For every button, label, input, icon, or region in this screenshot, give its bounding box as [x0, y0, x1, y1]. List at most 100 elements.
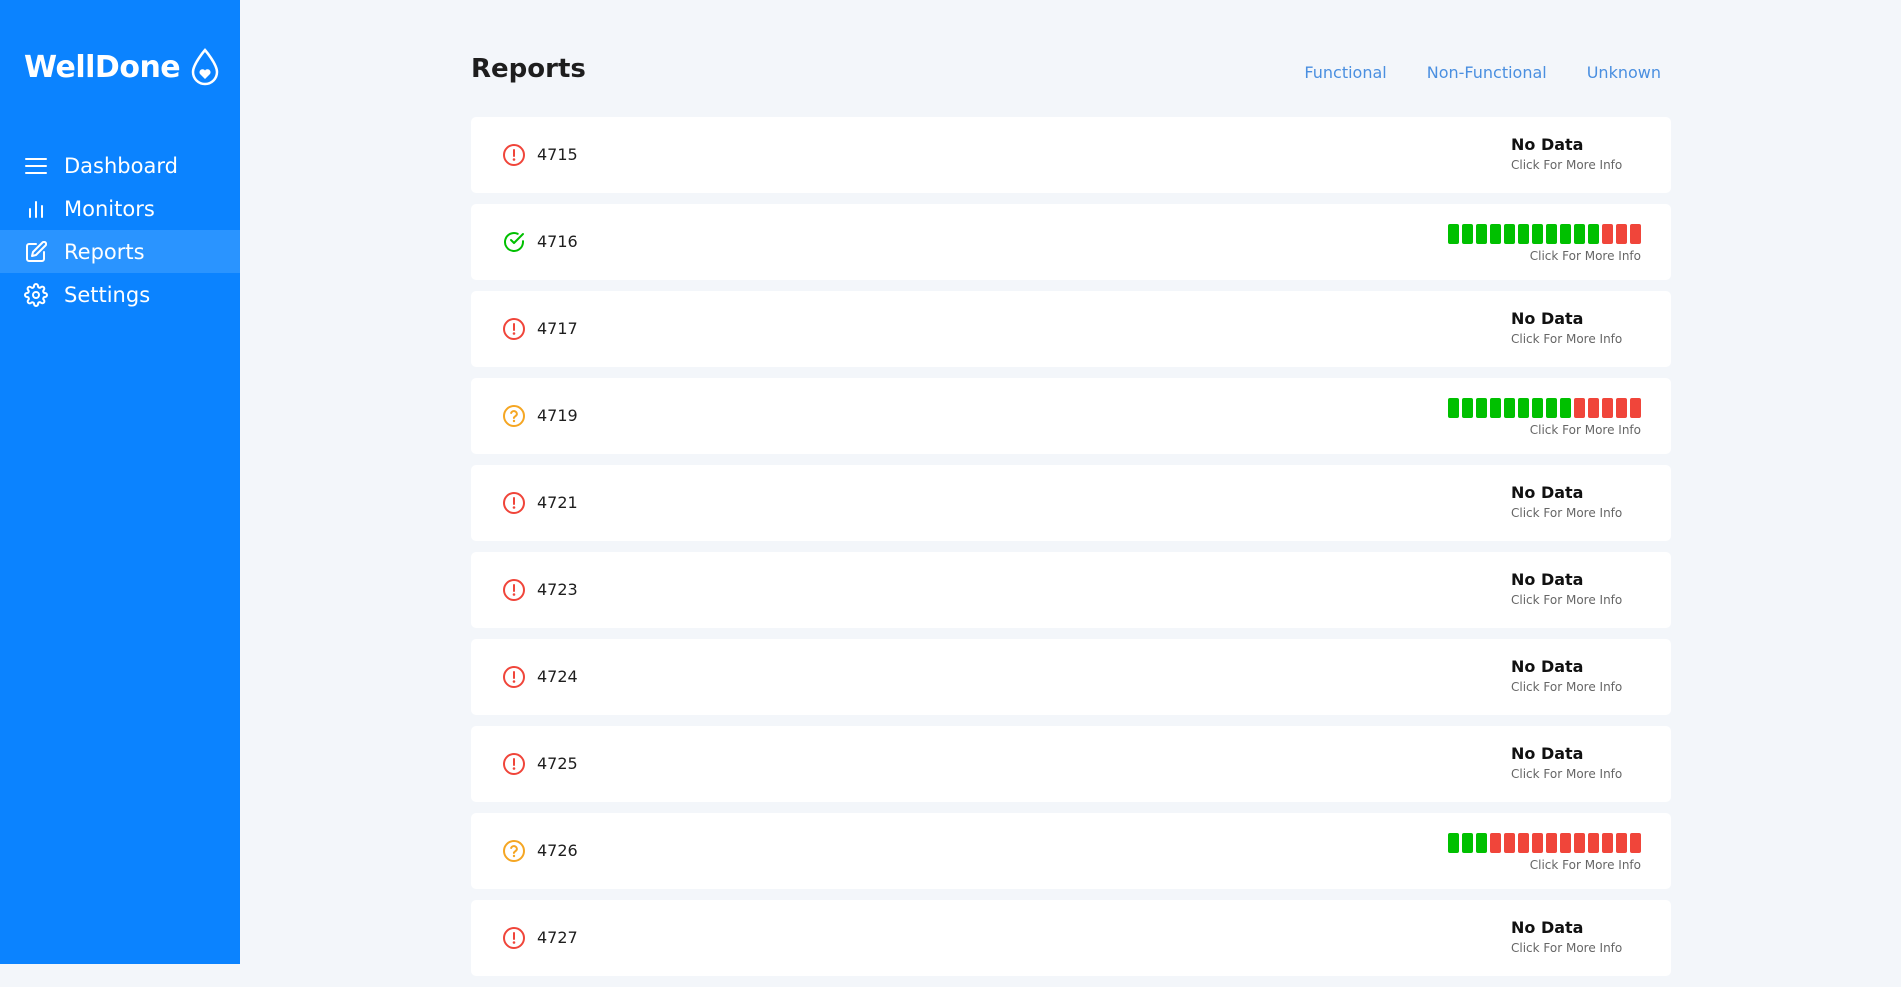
no-data-label: No Data: [1511, 744, 1584, 763]
sidebar-item-dashboard[interactable]: Dashboard: [0, 144, 240, 187]
report-status: No Data Click For More Info: [1511, 570, 1641, 607]
sidebar-item-settings[interactable]: Settings: [0, 273, 240, 316]
uptime-bar-down: [1588, 398, 1599, 418]
report-row[interactable]: 4725 No Data Click For More Info: [471, 726, 1671, 802]
uptime-bar-up: [1504, 398, 1515, 418]
edit-icon: [24, 240, 48, 264]
uptime-bars: [1448, 833, 1641, 853]
report-row[interactable]: 4727 No Data Click For More Info: [471, 900, 1671, 976]
more-info-link[interactable]: Click For More Info: [1511, 332, 1641, 346]
report-id: 4724: [537, 667, 578, 686]
alert-circle-icon: [502, 665, 526, 689]
uptime-bar-up: [1448, 833, 1459, 853]
sidebar: WellDone Dashboard Monitors Reports Sett…: [0, 0, 240, 964]
uptime-bar-down: [1560, 833, 1571, 853]
uptime-bar-up: [1518, 224, 1529, 244]
uptime-bar-up: [1476, 224, 1487, 244]
uptime-bar-down: [1504, 833, 1515, 853]
uptime-bar-up: [1518, 398, 1529, 418]
uptime-bar-down: [1532, 833, 1543, 853]
report-status: No Data Click For More Info: [1511, 309, 1641, 346]
page-header: Reports Functional Non-Functional Unknow…: [471, 54, 1671, 94]
alert-circle-icon: [502, 752, 526, 776]
filter-non-functional[interactable]: Non-Functional: [1427, 63, 1547, 82]
report-status: No Data Click For More Info: [1511, 744, 1641, 781]
uptime-bar-up: [1462, 398, 1473, 418]
no-data-label: No Data: [1511, 570, 1584, 589]
uptime-bar-down: [1630, 833, 1641, 853]
report-row[interactable]: 4721 No Data Click For More Info: [471, 465, 1671, 541]
uptime-bar-up: [1490, 224, 1501, 244]
sidebar-item-label: Settings: [64, 282, 151, 307]
uptime-bar-down: [1602, 224, 1613, 244]
filter-functional[interactable]: Functional: [1304, 63, 1386, 82]
report-status: No Data Click For More Info: [1511, 918, 1641, 955]
help-circle-icon: [502, 404, 526, 428]
uptime-bar-up: [1546, 398, 1557, 418]
more-info-link[interactable]: Click For More Info: [1530, 249, 1641, 263]
report-id: 4727: [537, 928, 578, 947]
no-data-label: No Data: [1511, 309, 1584, 328]
more-info-link[interactable]: Click For More Info: [1530, 858, 1641, 872]
uptime-bar-down: [1574, 398, 1585, 418]
uptime-bar-down: [1616, 833, 1627, 853]
sidebar-item-reports[interactable]: Reports: [0, 230, 240, 273]
uptime-bar-up: [1574, 224, 1585, 244]
uptime-bar-down: [1602, 398, 1613, 418]
no-data-label: No Data: [1511, 135, 1584, 154]
uptime-bar-up: [1476, 398, 1487, 418]
report-list: 4715 No Data Click For More Info 4716 Click …: [471, 117, 1671, 987]
brand-logo[interactable]: WellDone: [24, 48, 220, 86]
uptime-bar-up: [1490, 398, 1501, 418]
alert-circle-icon: [502, 926, 526, 950]
uptime-bar-up: [1462, 833, 1473, 853]
report-id: 4725: [537, 754, 578, 773]
alert-circle-icon: [502, 143, 526, 167]
sidebar-item-monitors[interactable]: Monitors: [0, 187, 240, 230]
uptime-bar-up: [1560, 224, 1571, 244]
uptime-bar-up: [1532, 398, 1543, 418]
report-id: 4717: [537, 319, 578, 338]
alert-circle-icon: [502, 317, 526, 341]
more-info-link[interactable]: Click For More Info: [1511, 506, 1641, 520]
uptime-bar-down: [1602, 833, 1613, 853]
status-filters: Functional Non-Functional Unknown: [1304, 63, 1661, 82]
uptime-bar-down: [1518, 833, 1529, 853]
sidebar-nav: Dashboard Monitors Reports Settings: [0, 144, 240, 316]
uptime-bar-up: [1448, 224, 1459, 244]
more-info-link[interactable]: Click For More Info: [1530, 423, 1641, 437]
gear-icon: [24, 282, 48, 307]
more-info-link[interactable]: Click For More Info: [1511, 941, 1641, 955]
bar-chart-icon: [24, 197, 48, 221]
uptime-bars: [1448, 398, 1641, 418]
uptime-bars: [1448, 224, 1641, 244]
report-id: 4721: [537, 493, 578, 512]
more-info-link[interactable]: Click For More Info: [1511, 593, 1641, 607]
report-row[interactable]: 4724 No Data Click For More Info: [471, 639, 1671, 715]
alert-circle-icon: [502, 491, 526, 515]
report-row[interactable]: 4719 Click For More Info: [471, 378, 1671, 454]
report-row[interactable]: 4717 No Data Click For More Info: [471, 291, 1671, 367]
report-id: 4726: [537, 841, 578, 860]
more-info-link[interactable]: Click For More Info: [1511, 767, 1641, 781]
more-info-link[interactable]: Click For More Info: [1511, 158, 1641, 172]
help-circle-icon: [502, 839, 526, 863]
uptime-bar-up: [1560, 398, 1571, 418]
alert-circle-icon: [502, 578, 526, 602]
no-data-label: No Data: [1511, 657, 1584, 676]
uptime-bar-down: [1616, 398, 1627, 418]
filter-unknown[interactable]: Unknown: [1587, 63, 1661, 82]
report-row[interactable]: 4716 Click For More Info: [471, 204, 1671, 280]
page-title: Reports: [471, 54, 586, 84]
uptime-bar-down: [1490, 833, 1501, 853]
uptime-bar-up: [1476, 833, 1487, 853]
uptime-bar-down: [1616, 224, 1627, 244]
more-info-link[interactable]: Click For More Info: [1511, 680, 1641, 694]
report-row[interactable]: 4726 Click For More Info: [471, 813, 1671, 889]
no-data-label: No Data: [1511, 483, 1584, 502]
report-row[interactable]: 4723 No Data Click For More Info: [471, 552, 1671, 628]
uptime-bar-up: [1462, 224, 1473, 244]
uptime-bar-up: [1448, 398, 1459, 418]
report-row[interactable]: 4715 No Data Click For More Info: [471, 117, 1671, 193]
report-status: No Data Click For More Info: [1511, 135, 1641, 172]
